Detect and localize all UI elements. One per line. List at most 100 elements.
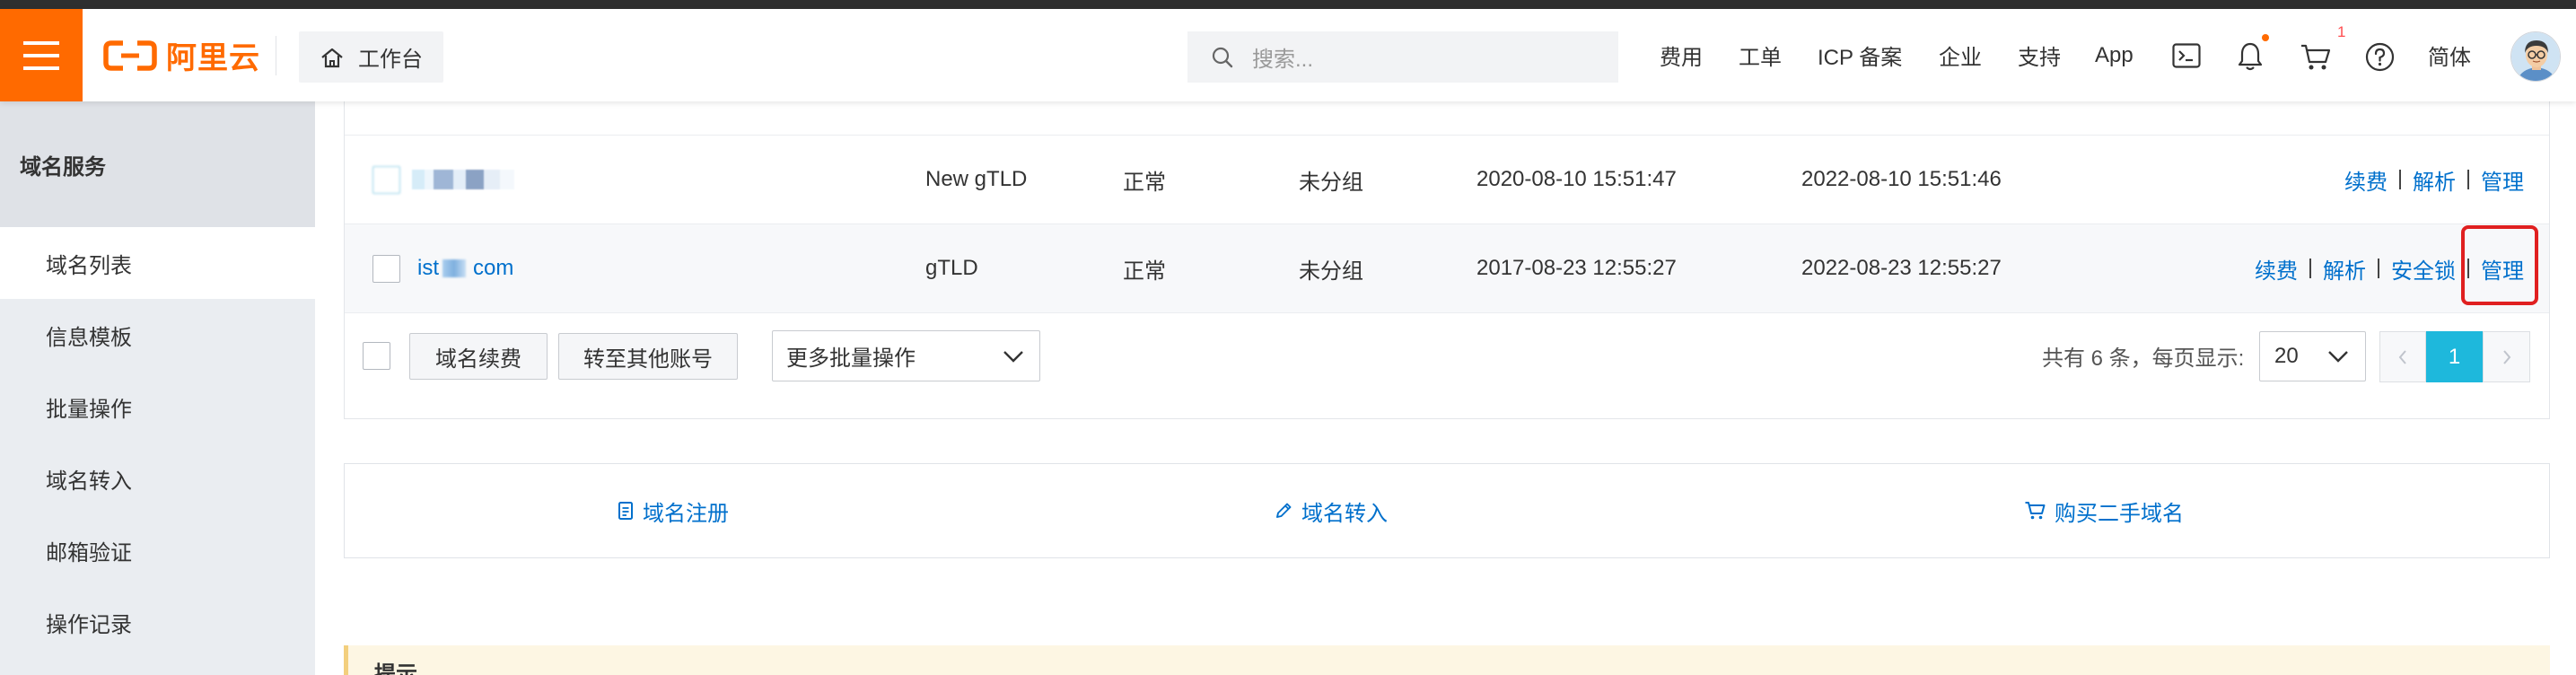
table-row: ist com gTLD 正常 未分组 2017-08-23 12:55:27 … (345, 224, 2549, 313)
sidebar-title: 域名服务 (0, 101, 315, 227)
quick-links-bar: 域名注册 域名转入 购买二手域名 (344, 463, 2550, 558)
help-icon (2365, 42, 2395, 72)
page-size-select[interactable]: 20 (2259, 331, 2366, 381)
renew-link[interactable]: 续费 (2344, 164, 2388, 196)
domain-type: gTLD (925, 256, 978, 280)
table-row: New gTLD 正常 未分组 2020-08-10 15:51:47 2022… (345, 136, 2549, 224)
pagination-total-label: 共有 6 条，每页显示: (2042, 346, 2245, 371)
window-top-strip (0, 0, 2576, 9)
quick-link-register-domain[interactable]: 域名注册 (618, 464, 729, 557)
select-all-checkbox[interactable] (363, 342, 390, 370)
expiration-date: 2022-08-10 15:51:46 (1801, 167, 2002, 191)
domain-type: New gTLD (925, 167, 1028, 191)
notice-title: 提示 (374, 662, 417, 675)
page-size-value: 20 (2274, 344, 2299, 368)
language-switch[interactable]: 简体 (2428, 9, 2471, 101)
nav-icp-filing[interactable]: ICP 备案 (1818, 9, 1902, 101)
menu-icon (23, 40, 59, 70)
domain-status: 正常 (1123, 170, 1166, 195)
registration-date: 2020-08-10 15:51:47 (1476, 167, 1677, 191)
search-icon (1212, 47, 1233, 67)
cart-button[interactable] (2299, 42, 2333, 73)
chevron-left-icon (2398, 349, 2406, 364)
nav-app[interactable]: App (2095, 9, 2134, 101)
cart-icon (2301, 44, 2331, 70)
sidebar-item-domain-list[interactable]: 域名列表 (0, 227, 315, 299)
terminal-icon (2172, 43, 2201, 68)
logo-icon (103, 39, 157, 71)
sidebar-item-domain-transfer-in[interactable]: 域名转入 (0, 443, 315, 514)
aliyun-logo[interactable]: 阿里云 (103, 9, 260, 101)
quick-link-label: 域名转入 (1301, 501, 1388, 526)
avatar[interactable] (2510, 31, 2561, 82)
cart-badge: 1 (2337, 23, 2346, 40)
home-icon (321, 48, 343, 67)
search-input[interactable]: 搜索... (1187, 31, 1618, 83)
domain-group: 未分组 (1299, 170, 1363, 195)
action-separator (2399, 170, 2401, 189)
dns-resolve-link[interactable]: 解析 (2323, 253, 2366, 285)
renew-link[interactable]: 续费 (2255, 253, 2298, 285)
pencil-icon (1276, 503, 1292, 518)
expiration-date: 2022-08-23 12:55:27 (1801, 256, 2002, 280)
security-lock-link[interactable]: 安全锁 (2391, 253, 2456, 285)
workbench-label: 工作台 (358, 48, 423, 72)
action-separator (2378, 259, 2379, 278)
row-checkbox[interactable] (372, 165, 400, 194)
logo-text: 阿里云 (166, 41, 260, 75)
quick-link-label: 域名注册 (643, 501, 729, 526)
domain-name-suffix: com (473, 256, 514, 280)
nav-support[interactable]: 支持 (2018, 9, 2061, 101)
domain-name-link[interactable]: ist com (417, 224, 513, 312)
terminal-button[interactable] (2172, 42, 2201, 69)
quick-link-buy-secondhand-domain[interactable]: 购买二手域名 (2024, 464, 2184, 557)
sidebar-item-batch-operations[interactable]: 批量操作 (0, 371, 315, 443)
redaction-blur (412, 170, 514, 189)
more-batch-actions-value: 更多批量操作 (786, 346, 916, 371)
top-navbar: 阿里云 工作台 搜索... 费用 工单 ICP 备案 企业 支持 App 1 简… (0, 9, 2576, 101)
menu-button[interactable] (0, 9, 83, 101)
domain-name-redacted[interactable] (412, 136, 514, 224)
cart-icon (2025, 502, 2046, 520)
nav-fees[interactable]: 费用 (1660, 9, 1703, 101)
workbench-button[interactable]: 工作台 (299, 31, 443, 83)
transfer-to-other-account-button[interactable]: 转至其他账号 (558, 333, 738, 380)
notifications-button[interactable] (2236, 41, 2265, 72)
next-page-button[interactable] (2483, 331, 2530, 382)
notification-dot (2262, 34, 2269, 41)
sidebar: 域名服务 域名列表 信息模板 批量操作 域名转入 邮箱验证 操作记录 (0, 101, 315, 675)
chevron-right-icon (2502, 349, 2510, 364)
sidebar-item-info-templates[interactable]: 信息模板 (0, 299, 315, 371)
action-separator (2309, 259, 2311, 278)
sidebar-item-email-verification[interactable]: 邮箱验证 (0, 514, 315, 586)
quick-link-label: 购买二手域名 (2055, 501, 2184, 526)
help-button[interactable] (2365, 42, 2395, 72)
action-separator (2467, 170, 2469, 189)
redaction-blur (442, 259, 466, 277)
domain-name-prefix: ist (417, 256, 439, 280)
bulk-renew-button[interactable]: 域名续费 (409, 333, 548, 380)
chevron-down-icon (2328, 351, 2348, 363)
domain-group: 未分组 (1299, 259, 1363, 284)
notice-box: 提示 (344, 645, 2550, 675)
pagination: 1 (2379, 331, 2530, 382)
row-checkbox[interactable] (372, 254, 400, 283)
bell-icon (2238, 42, 2263, 71)
row-actions: 续费 解析 安全锁 管理 (2255, 224, 2524, 312)
quick-link-transfer-in[interactable]: 域名转入 (1275, 464, 1388, 557)
registration-date: 2017-08-23 12:55:27 (1476, 256, 1677, 280)
nav-tickets[interactable]: 工单 (1739, 9, 1782, 101)
sidebar-item-operation-log[interactable]: 操作记录 (0, 586, 315, 658)
search-placeholder: 搜索... (1252, 48, 1314, 72)
user-avatar-image (2511, 32, 2560, 81)
chevron-down-icon (1003, 350, 1023, 363)
manage-link[interactable]: 管理 (2481, 164, 2524, 196)
action-separator (2467, 259, 2469, 278)
more-batch-actions-select[interactable]: 更多批量操作 (772, 330, 1040, 381)
page-button-current[interactable]: 1 (2426, 331, 2483, 382)
dns-resolve-link[interactable]: 解析 (2413, 164, 2456, 196)
manage-link[interactable]: 管理 (2481, 253, 2524, 285)
prev-page-button[interactable] (2379, 331, 2426, 382)
document-icon (618, 502, 633, 520)
nav-enterprise[interactable]: 企业 (1939, 9, 1982, 101)
